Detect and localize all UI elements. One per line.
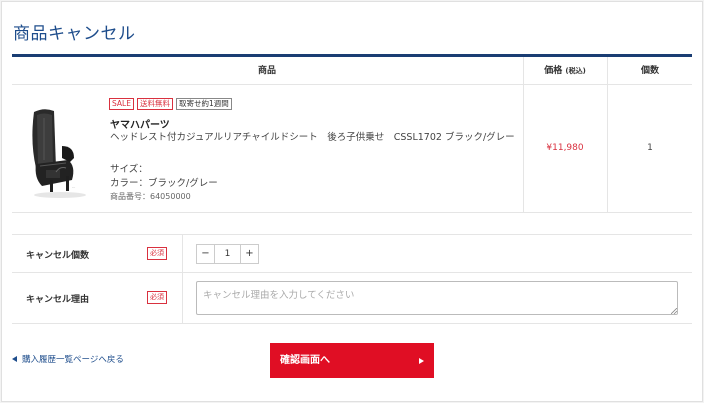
sale-badge: SALE [109,98,134,110]
cancel-reason-input[interactable] [196,281,678,315]
confirm-button-label: 確認画面へ [280,355,330,366]
header-product: 商品 [257,66,276,76]
cancel-qty-required-badge: 必須 [147,247,167,260]
triangle-right-icon [419,358,424,364]
backorder-badge: 取寄せ約1週間 [175,98,232,110]
free-shipping-badge: 送料無料 [136,98,173,110]
back-to-history-link[interactable]: 購入履歴一覧ページへ戻る [12,353,124,365]
decrement-button[interactable]: − [197,245,214,263]
form-divider [12,323,692,324]
product-size: サイズ： [110,164,148,175]
form-column-divider [182,234,183,324]
product-brand: ヤマハパーツ [110,120,170,131]
confirm-button[interactable]: 確認画面へ [270,343,434,378]
header-price: 価格 (税込) [523,58,607,84]
cancel-qty-label: キャンセル個数 [26,251,90,261]
column-divider [607,57,608,213]
cancel-reason-required-badge: 必須 [147,291,167,304]
form-divider [12,234,692,235]
page-title: 商品キャンセル [13,24,136,44]
column-divider [523,57,524,213]
increment-button[interactable]: + [241,245,258,263]
header-price-label: 価格 [544,66,563,76]
table-divider [12,84,692,85]
product-color: カラー：ブラック/グレー [110,178,218,189]
product-code: 商品番号：64050000 [110,192,191,201]
svg-text:---: --- [72,185,75,189]
resize-grip-icon[interactable] [671,308,677,314]
header-quantity: 個数 [640,66,659,76]
title-divider [12,54,692,57]
back-link-label: 購入履歴一覧ページへ戻る [22,355,124,365]
header-price-note: (税込) [565,67,586,75]
product-name: ヘッドレスト付カジュアルリアチャイルドシート 後ろ子供乗せ CSSL1702 ブ… [110,132,515,143]
table-divider [12,212,692,213]
form-divider [12,272,692,273]
triangle-left-icon [12,356,17,362]
cancel-qty-stepper[interactable]: − 1 + [196,244,259,264]
cancel-qty-value[interactable]: 1 [214,245,241,263]
product-image: --- [32,109,86,198]
product-quantity: 1 [647,143,653,153]
cancel-reason-label: キャンセル理由 [26,295,90,305]
product-price: ¥11,980 [546,143,584,153]
product-badges: SALE 送料無料 取寄せ約1週間 [109,98,232,110]
